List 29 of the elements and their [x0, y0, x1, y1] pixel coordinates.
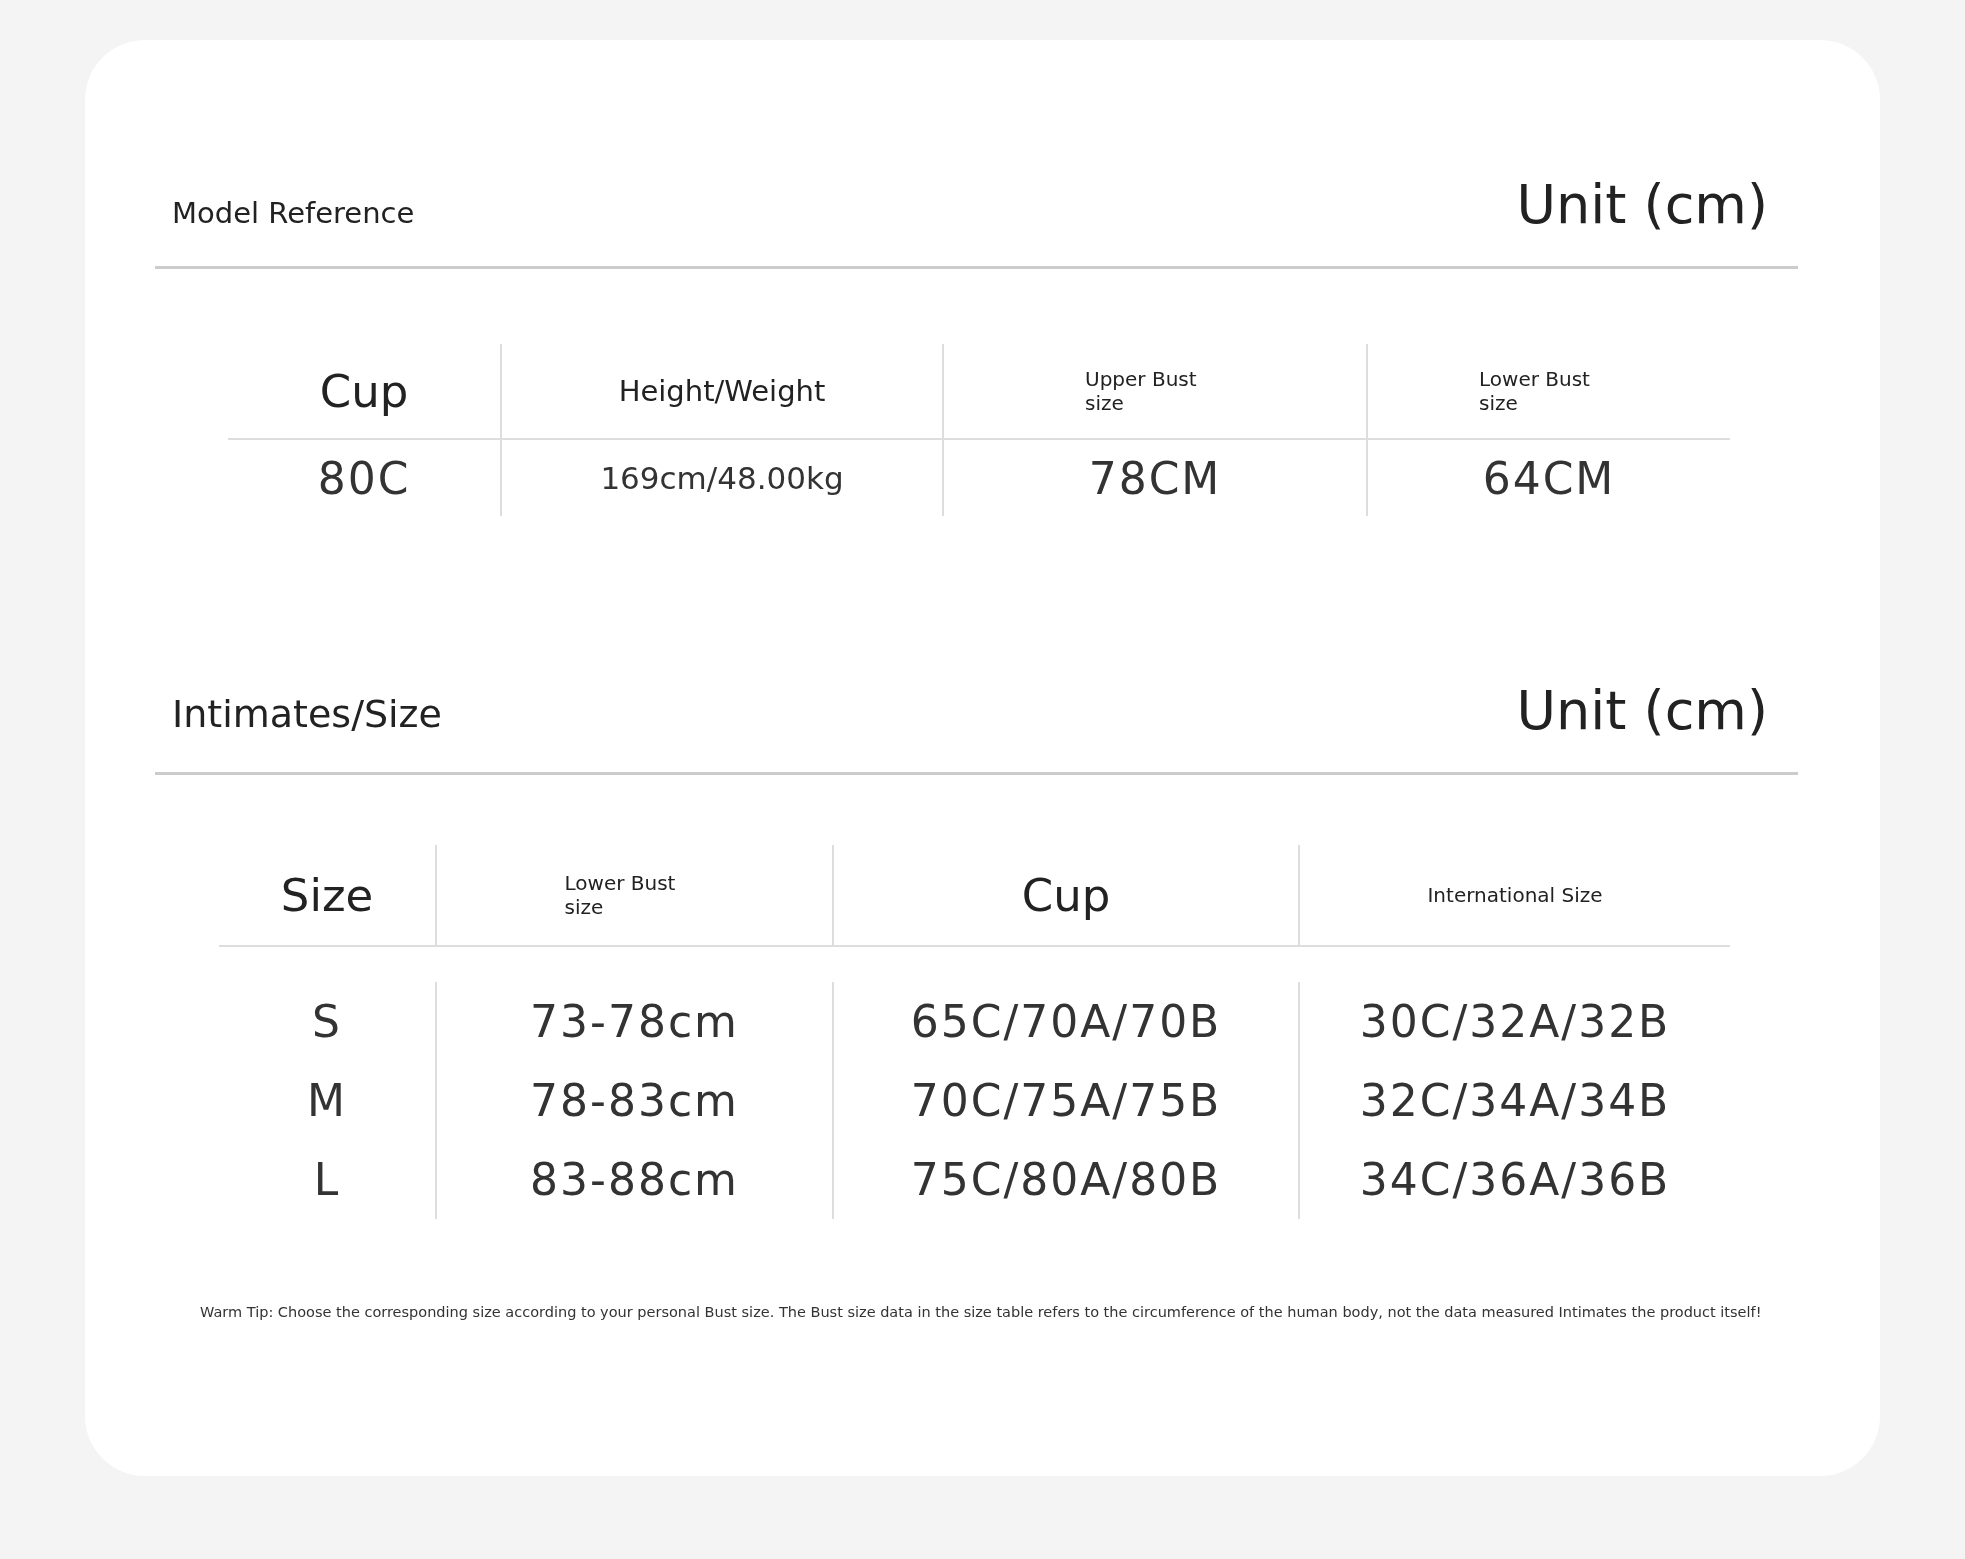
column-header: Lower Bust size [1479, 367, 1591, 415]
table-cell: S [312, 996, 342, 1047]
column-header: Lower Bust size [564, 871, 677, 919]
table-cell: 30C/32A/32B [1359, 996, 1671, 1047]
table-cell: M [307, 1075, 347, 1126]
table-cell: 83-88cm [530, 1154, 739, 1205]
table-cell: 75C/80A/80B [910, 1154, 1222, 1205]
unit-label: Unit (cm) [1516, 679, 1768, 742]
table-cell: 64CM [1482, 452, 1616, 504]
table-cell: 32C/34A/34B [1359, 1075, 1671, 1126]
column-header: Cup [319, 364, 409, 418]
unit-label: Unit (cm) [1516, 173, 1768, 236]
warm-tip-text: Warm Tip: Choose the corresponding size according to your personal Bust size. The Bust size data in the size table refers to the circumference of the human body, not the data measured Intimates the product itself! [200, 1304, 1762, 1320]
table-cell: 73-78cm [530, 996, 739, 1047]
table-cell: 78CM [1088, 452, 1222, 504]
column-header: International Size [1427, 883, 1603, 907]
table-cell: 70C/75A/75B [910, 1075, 1222, 1126]
section-title: Intimates/Size [172, 692, 442, 738]
table-cell: 65C/70A/70B [910, 996, 1222, 1047]
column-header: Upper Bust size [1085, 367, 1198, 415]
table-cell: 78-83cm [530, 1075, 739, 1126]
table-cell: 80C [317, 452, 411, 504]
column-header: Size [280, 868, 374, 922]
table-cell: 34C/36A/36B [1359, 1154, 1671, 1205]
section-title: Model Reference [172, 196, 415, 232]
table-cell: 169cm/48.00kg [600, 460, 844, 496]
table-cell: L [313, 1154, 341, 1205]
column-header: Height/Weight [618, 374, 826, 408]
column-header: Cup [1021, 868, 1111, 922]
